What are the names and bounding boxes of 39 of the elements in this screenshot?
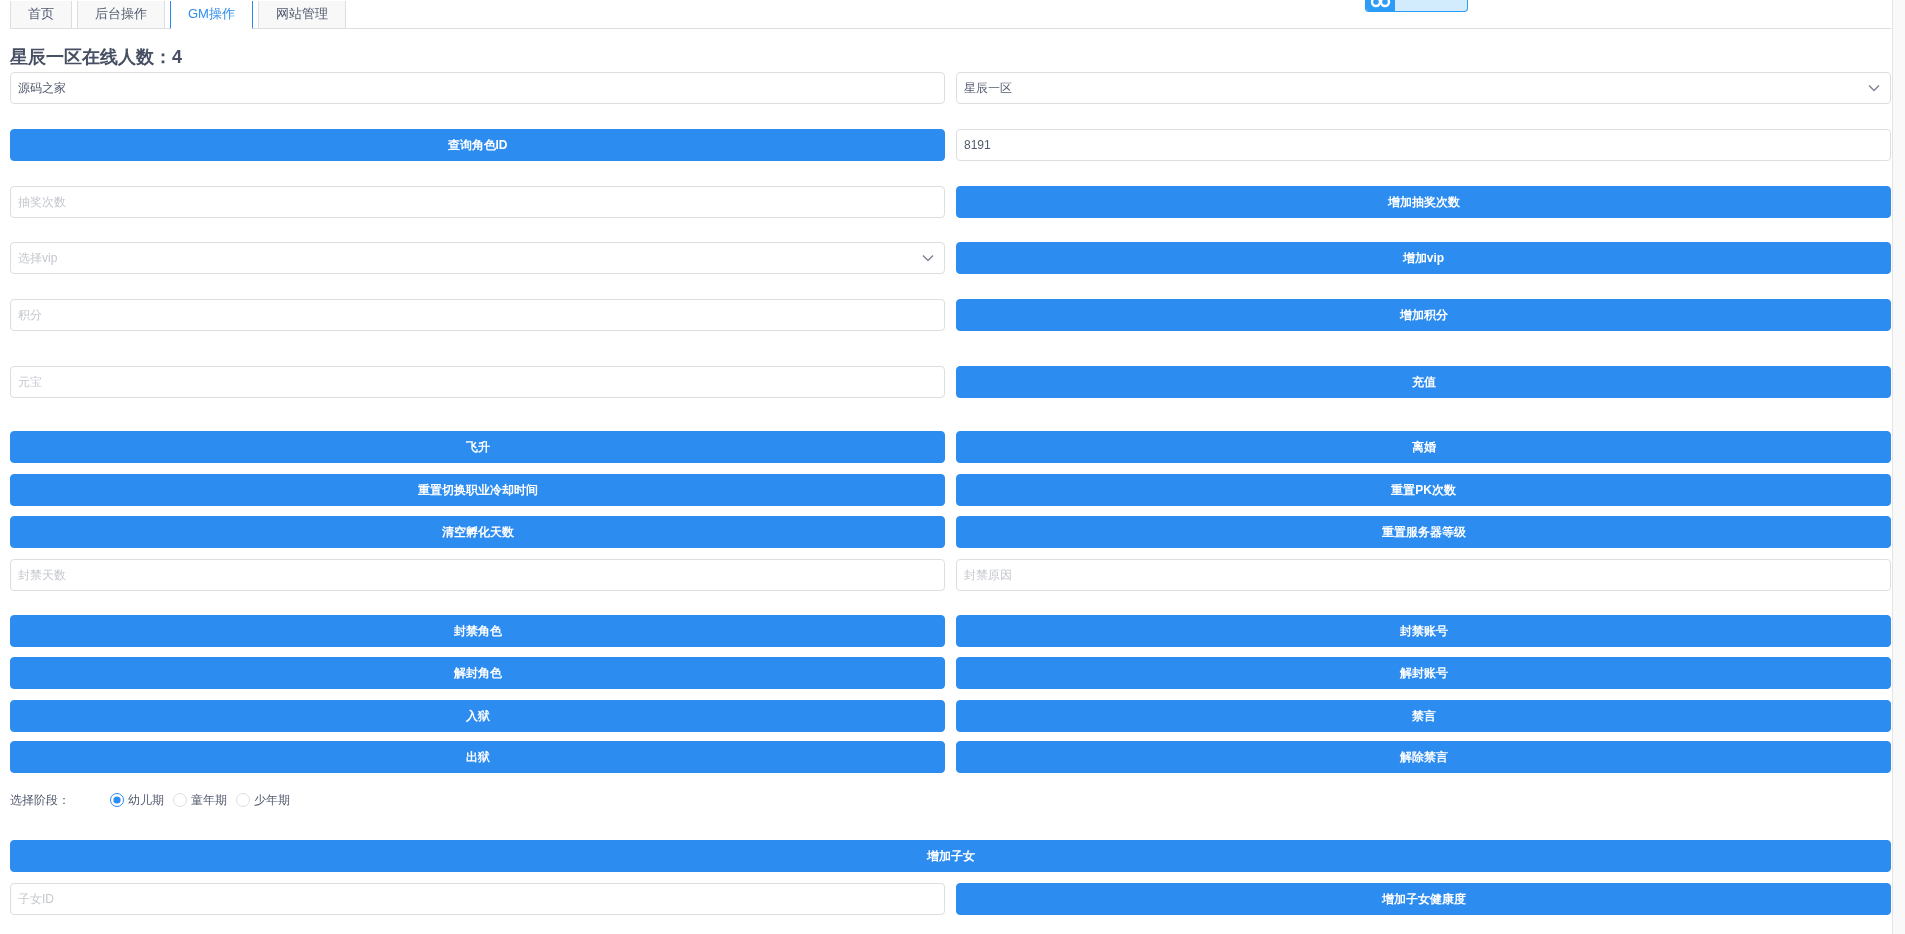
action-button[interactable]: 解封账号 xyxy=(956,657,1891,689)
link-icon xyxy=(1366,0,1395,11)
field-label: 选择阶段： xyxy=(10,791,71,809)
chevron-down-icon xyxy=(1868,84,1880,92)
input-field[interactable]: 源码之家 xyxy=(10,72,945,104)
action-button[interactable]: 增加抽奖次数 xyxy=(956,186,1891,218)
radio-label[interactable]: 童年期 xyxy=(191,791,227,809)
tab[interactable]: 首页 xyxy=(10,1,72,29)
scrollbar-track[interactable] xyxy=(1892,0,1905,934)
action-button[interactable]: 查询角色ID xyxy=(10,129,945,161)
action-button[interactable]: 增加子女 xyxy=(10,840,1891,872)
action-button[interactable]: 入狱 xyxy=(10,700,945,732)
action-button[interactable]: 飞升 xyxy=(10,431,945,463)
radio-label[interactable]: 幼儿期 xyxy=(128,791,164,809)
dropdown[interactable]: 星辰一区 xyxy=(956,72,1891,104)
tab[interactable]: 后台操作 xyxy=(77,1,165,29)
input-field[interactable]: 8191 xyxy=(956,129,1891,161)
action-button[interactable]: 增加子女健康度 xyxy=(956,883,1891,915)
action-button[interactable]: 解封角色 xyxy=(10,657,945,689)
action-button[interactable]: 重置服务器等级 xyxy=(956,516,1891,548)
action-button[interactable]: 重置PK次数 xyxy=(956,474,1891,506)
action-button[interactable]: 增加积分 xyxy=(956,299,1891,331)
radio-label[interactable]: 少年期 xyxy=(254,791,290,809)
tab[interactable]: GM操作 xyxy=(170,1,253,29)
online-count-heading: 星辰一区在线人数：4 xyxy=(10,47,183,67)
floating-button[interactable] xyxy=(1365,0,1468,12)
tab[interactable]: 网站管理 xyxy=(257,1,346,29)
action-button[interactable]: 封禁账号 xyxy=(956,615,1891,647)
action-button[interactable]: 出狱 xyxy=(10,741,945,773)
action-button[interactable]: 封禁角色 xyxy=(10,615,945,647)
action-button[interactable]: 解除禁言 xyxy=(956,741,1891,773)
action-button[interactable]: 重置切换职业冷却时间 xyxy=(10,474,945,506)
action-button[interactable]: 增加vip xyxy=(956,242,1891,274)
action-button[interactable]: 清空孵化天数 xyxy=(10,516,945,548)
action-button[interactable]: 禁言 xyxy=(956,700,1891,732)
action-button[interactable]: 充值 xyxy=(956,366,1891,398)
chevron-down-icon xyxy=(922,254,934,262)
radio-button[interactable] xyxy=(110,793,124,807)
action-button[interactable]: 离婚 xyxy=(956,431,1891,463)
